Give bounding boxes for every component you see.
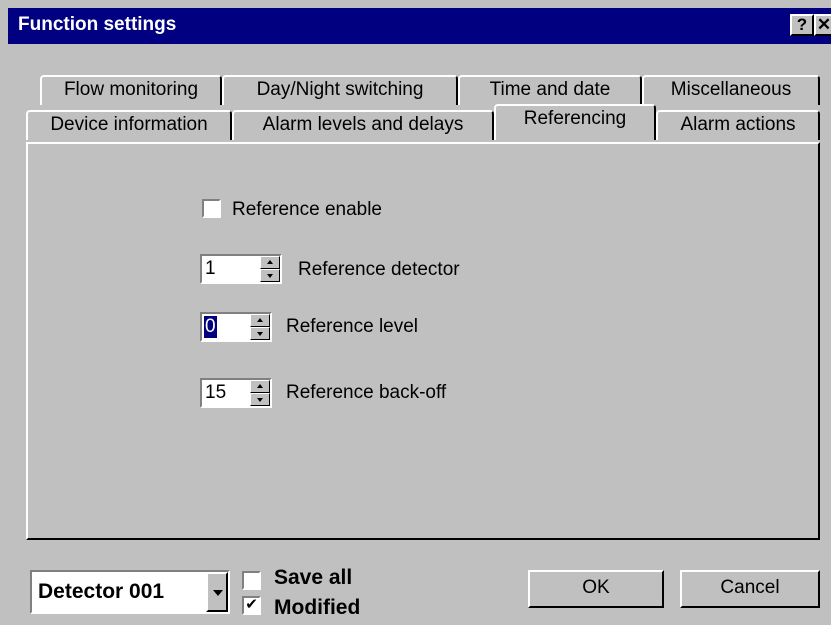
chevron-down-icon (213, 590, 223, 596)
reference-level-up-button[interactable] (250, 314, 270, 327)
reference-enable-checkbox[interactable] (202, 199, 221, 218)
cancel-button[interactable]: Cancel (680, 570, 820, 608)
save-all-label: Save all (274, 566, 353, 589)
arrow-up-icon (257, 318, 263, 322)
reference-level-down-button[interactable] (250, 327, 270, 340)
reference-backoff-down-button[interactable] (250, 393, 270, 406)
tab-device-information[interactable]: Device information (26, 110, 232, 140)
reference-level-spinner[interactable]: 0 (200, 312, 272, 342)
reference-detector-up-button[interactable] (260, 256, 280, 269)
modified-label: Modified (274, 596, 361, 619)
ok-button[interactable]: OK (528, 570, 664, 608)
reference-backoff-label: Reference back-off (286, 382, 447, 403)
tab-alarm-actions[interactable]: Alarm actions (656, 110, 820, 140)
detector-select[interactable]: Detector 001 (30, 570, 230, 614)
close-button[interactable]: ✕ (814, 14, 831, 36)
reference-detector-value[interactable]: 1 (204, 258, 217, 280)
arrow-down-icon (257, 398, 263, 402)
reference-level-label: Reference level (286, 316, 419, 337)
checkmark-icon: ✔ (245, 596, 258, 613)
reference-backoff-spinner[interactable]: 15 (200, 378, 272, 408)
tab-panel-referencing: Reference enable 1 Reference detector 0 … (26, 142, 820, 540)
reference-detector-label: Reference detector (298, 259, 460, 280)
detector-select-dropdown-button[interactable] (206, 572, 228, 612)
tab-referencing[interactable]: Referencing (494, 104, 656, 140)
tab-alarm-levels-and-delays[interactable]: Alarm levels and delays (232, 110, 494, 140)
reference-detector-down-button[interactable] (260, 269, 280, 282)
tab-day-night-switching[interactable]: Day/Night switching (222, 75, 458, 105)
modified-checkbox[interactable]: ✔ (242, 596, 261, 615)
window-title: Function settings (18, 14, 177, 35)
reference-backoff-up-button[interactable] (250, 380, 270, 393)
arrow-up-icon (257, 384, 263, 388)
arrow-up-icon (267, 260, 273, 264)
title-bar: Function settings ? ✕ (8, 8, 831, 44)
arrow-down-icon (257, 332, 263, 336)
function-settings-dialog: Function settings ? ✕ Flow monitoring Da… (0, 0, 831, 625)
tab-flow-monitoring[interactable]: Flow monitoring (40, 75, 222, 105)
arrow-down-icon (267, 274, 273, 278)
reference-enable-label: Reference enable (232, 199, 382, 220)
tab-miscellaneous[interactable]: Miscellaneous (642, 75, 820, 105)
detector-select-value: Detector 001 (38, 580, 165, 603)
reference-backoff-value[interactable]: 15 (204, 382, 227, 404)
save-all-checkbox[interactable] (242, 571, 261, 590)
help-button[interactable]: ? (790, 14, 814, 36)
tab-time-and-date[interactable]: Time and date (458, 75, 642, 105)
reference-level-value[interactable]: 0 (204, 316, 217, 338)
reference-detector-spinner[interactable]: 1 (200, 254, 282, 284)
